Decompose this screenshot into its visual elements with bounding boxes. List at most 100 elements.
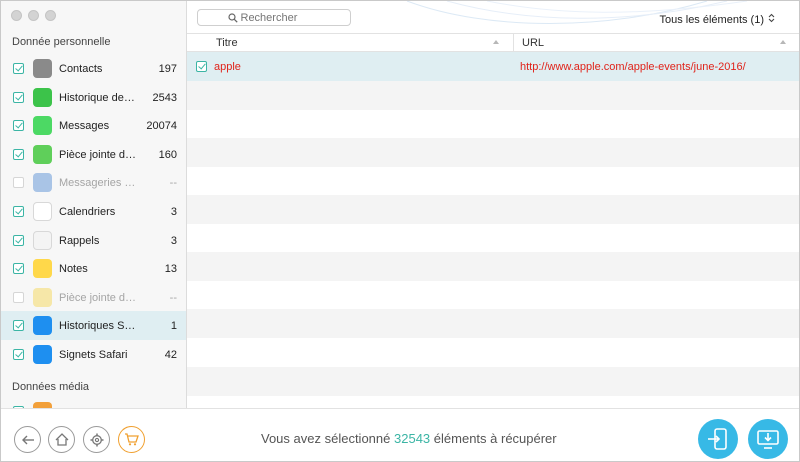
sort-ascending-icon[interactable] bbox=[780, 40, 786, 44]
zoom-window-button[interactable] bbox=[45, 10, 56, 21]
filter-dropdown[interactable]: Tous les éléments (1) bbox=[659, 13, 775, 26]
app-window: Donnée personnelle Contacts 197 Historique… bbox=[0, 0, 800, 462]
home-button[interactable] bbox=[48, 426, 75, 453]
checkbox[interactable] bbox=[13, 63, 24, 74]
minimize-window-button[interactable] bbox=[28, 10, 39, 21]
sidebar-item-label: Historiques Safari bbox=[59, 319, 139, 332]
empty-table-row bbox=[187, 338, 799, 367]
sidebar-item[interactable]: Calendriers 3 bbox=[1, 197, 186, 226]
checkbox bbox=[13, 177, 24, 188]
status-count: 32543 bbox=[394, 431, 431, 446]
sidebar-item-count: -- bbox=[169, 291, 177, 304]
sidebar-item-count: 3 bbox=[170, 205, 177, 218]
close-window-button[interactable] bbox=[11, 10, 22, 21]
sidebar-item[interactable]: Historique des a... 2543 bbox=[1, 83, 186, 112]
section-title-personal: Donnée personnelle bbox=[12, 36, 111, 48]
to-computer-icon bbox=[757, 430, 779, 449]
cell-url[interactable]: http://www.apple.com/apple-events/june-2… bbox=[520, 61, 746, 73]
selection-status: Vous avez sélectionné 32543 éléments à r… bbox=[261, 431, 557, 446]
checkbox[interactable] bbox=[13, 320, 24, 331]
safari-bookmarks-icon bbox=[33, 345, 52, 364]
checkbox[interactable] bbox=[13, 206, 24, 217]
sidebar: Donnée personnelle Contacts 197 Historique… bbox=[1, 1, 187, 408]
empty-table-row bbox=[187, 367, 799, 396]
empty-table-row bbox=[187, 138, 799, 167]
sidebar-item[interactable]: Historiques Safari 1 bbox=[1, 311, 186, 340]
empty-table-row bbox=[187, 166, 799, 195]
sidebar-item[interactable]: Contacts 197 bbox=[1, 54, 186, 83]
sidebar-item-count: 13 bbox=[164, 262, 177, 275]
checkbox[interactable] bbox=[13, 120, 24, 131]
column-header-url[interactable]: URL bbox=[522, 37, 544, 49]
sidebar-item-label: Pièce jointe de... bbox=[59, 148, 139, 161]
voicemail-icon bbox=[33, 173, 52, 192]
sidebar-item-count: 20074 bbox=[146, 119, 177, 132]
cell-title: apple bbox=[214, 61, 241, 73]
reminders-icon bbox=[33, 231, 52, 250]
sidebar-item-label: Messageries Vo... bbox=[59, 176, 139, 189]
sidebar-item-count: 160 bbox=[158, 148, 177, 161]
empty-table-row bbox=[187, 81, 799, 110]
empty-table-row bbox=[187, 195, 799, 224]
gear-icon bbox=[90, 433, 103, 446]
checkbox[interactable] bbox=[13, 92, 24, 103]
sidebar-item-media-partial[interactable] bbox=[1, 397, 186, 408]
to-device-icon bbox=[708, 428, 727, 450]
sidebar-item-count: 2543 bbox=[152, 91, 177, 104]
sidebar-item-label: Contacts bbox=[59, 62, 103, 75]
window-controls bbox=[11, 10, 56, 21]
status-suffix: éléments à récupérer bbox=[433, 431, 557, 446]
sidebar-item[interactable]: Rappels 3 bbox=[1, 226, 186, 255]
sidebar-item-label: Messages bbox=[59, 119, 110, 132]
sidebar-item[interactable]: Messages 20074 bbox=[1, 111, 186, 140]
sidebar-item-label: Rappels bbox=[59, 234, 100, 247]
cart-icon bbox=[125, 433, 139, 446]
empty-table-row bbox=[187, 281, 799, 310]
up-down-chevron-icon bbox=[768, 13, 775, 26]
messages-icon bbox=[33, 116, 52, 135]
sidebar-item[interactable]: Pièce jointe de note -- bbox=[1, 283, 186, 312]
cart-button[interactable] bbox=[118, 426, 145, 453]
note-attachment-icon bbox=[33, 288, 52, 307]
empty-table-row bbox=[187, 224, 799, 253]
sidebar-item-label: Calendriers bbox=[59, 205, 116, 218]
checkbox[interactable] bbox=[13, 349, 24, 360]
checkbox[interactable] bbox=[13, 235, 24, 246]
sidebar-item-label: Historique des a... bbox=[59, 91, 139, 104]
sidebar-item[interactable]: Notes 13 bbox=[1, 254, 186, 283]
recover-to-computer-button[interactable] bbox=[748, 419, 788, 459]
safari-history-icon bbox=[33, 316, 52, 335]
filter-label: Tous les éléments (1) bbox=[659, 13, 764, 26]
empty-table-row bbox=[187, 309, 799, 338]
recover-to-device-button[interactable] bbox=[698, 419, 738, 459]
search-field[interactable] bbox=[197, 9, 351, 26]
home-icon bbox=[55, 433, 68, 446]
sidebar-item-count: 197 bbox=[158, 62, 177, 75]
notes-icon bbox=[33, 259, 52, 278]
row-checkbox[interactable] bbox=[196, 61, 207, 72]
sort-ascending-icon[interactable] bbox=[493, 40, 499, 44]
back-button[interactable] bbox=[14, 426, 41, 453]
checkbox bbox=[13, 292, 24, 303]
contacts-icon bbox=[33, 59, 52, 78]
sidebar-item-label: Notes bbox=[59, 262, 88, 275]
footer-bar: Vous avez sélectionné 32543 éléments à r… bbox=[1, 408, 799, 461]
table-row[interactable]: apple http://www.apple.com/apple-events/j… bbox=[187, 52, 799, 81]
search-input[interactable] bbox=[240, 11, 321, 24]
sidebar-item[interactable]: Signets Safari 42 bbox=[1, 340, 186, 369]
sidebar-item[interactable]: Messageries Vo... -- bbox=[1, 168, 186, 197]
sidebar-item-count: 3 bbox=[170, 234, 177, 247]
phone-icon bbox=[33, 88, 52, 107]
table-header: Titre URL bbox=[187, 33, 799, 52]
sidebar-item-label: Signets Safari bbox=[59, 348, 128, 361]
search-icon bbox=[227, 12, 238, 23]
column-header-title[interactable]: Titre bbox=[216, 37, 238, 49]
checkbox[interactable] bbox=[13, 149, 24, 160]
checkbox[interactable] bbox=[13, 263, 24, 274]
arrow-left-icon bbox=[21, 435, 34, 444]
sidebar-item-count: -- bbox=[169, 176, 177, 189]
attachment-icon bbox=[33, 145, 52, 164]
column-divider[interactable] bbox=[513, 34, 514, 52]
sidebar-item[interactable]: Pièce jointe de... 160 bbox=[1, 140, 186, 169]
settings-button[interactable] bbox=[83, 426, 110, 453]
